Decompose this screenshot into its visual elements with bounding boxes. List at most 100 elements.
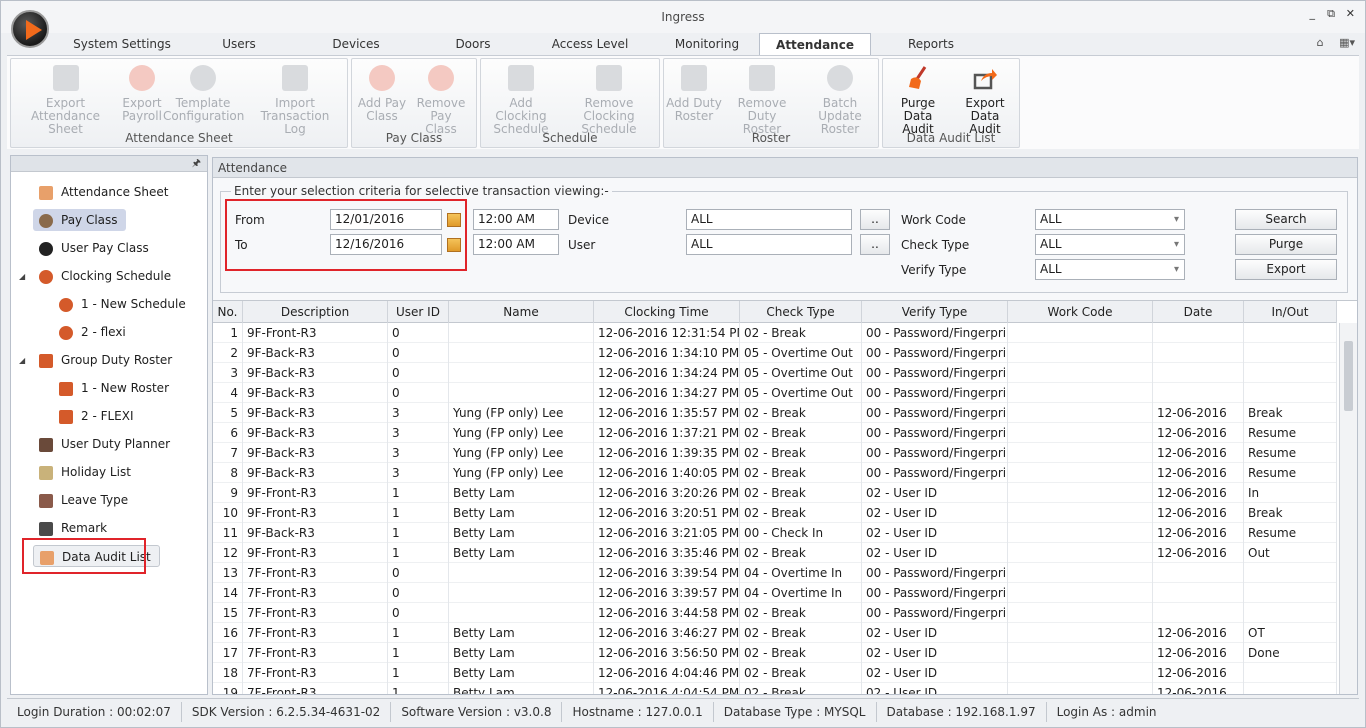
check-type-select[interactable]: ALL xyxy=(1035,234,1185,255)
remove-roster-icon xyxy=(749,65,775,91)
collapse-arrow-icon[interactable]: ◢ xyxy=(19,272,25,281)
table-row[interactable]: 9 9F-Front-R3 1 Betty Lam 12-06-2016 3:20:26… xyxy=(213,483,1337,503)
sidebar-item-user-duty-planner[interactable]: User Duty Planner xyxy=(39,433,170,455)
table-row[interactable]: 1 9F-Front-R3 0 12-06-2016 12:31:54 PM 02 - … xyxy=(213,323,1337,343)
table-row[interactable]: 7 9F-Back-R3 3 Yung (FP only) Lee 12-06-2016… xyxy=(213,443,1337,463)
tab-monitoring[interactable]: Monitoring xyxy=(655,33,759,55)
app-window: Ingress _ ⧉ ✕ System Settings Users Devi… xyxy=(0,0,1366,728)
export-payroll-button[interactable]: Export Payroll xyxy=(117,65,167,123)
tab-attendance[interactable]: Attendance xyxy=(759,33,871,56)
tab-reports[interactable]: Reports xyxy=(871,33,991,55)
export-attendance-sheet-button[interactable]: Export Attendance Sheet xyxy=(13,65,118,136)
close-button[interactable]: ✕ xyxy=(1346,7,1355,20)
table-cell: 0 xyxy=(388,343,449,363)
app-menu-orb-icon[interactable] xyxy=(11,10,49,48)
table-cell xyxy=(1008,623,1153,643)
pin-icon[interactable]: 🖈 xyxy=(192,158,201,169)
sidebar-item-user-pay-class[interactable]: User Pay Class xyxy=(39,237,149,259)
purge-data-audit-button[interactable]: Purge Data Audit xyxy=(885,65,951,136)
device-browse-button[interactable]: .. xyxy=(860,209,890,230)
column-header[interactable]: Work Code xyxy=(1008,301,1153,323)
add-duty-roster-button[interactable]: Add Duty Roster xyxy=(666,65,722,123)
device-label: Device xyxy=(568,213,610,227)
sidebar-item-leave-type[interactable]: Leave Type xyxy=(39,489,128,511)
sidebar-item-new-roster[interactable]: 1 - New Roster xyxy=(59,377,169,399)
table-row[interactable]: 18 7F-Front-R3 1 Betty Lam 12-06-2016 4:04:4… xyxy=(213,663,1337,683)
remove-clocking-schedule-button[interactable]: Remove Clocking Schedule xyxy=(561,65,657,136)
work-code-select[interactable]: ALL xyxy=(1035,209,1185,230)
tab-devices[interactable]: Devices xyxy=(291,33,421,55)
table-row[interactable]: 10 9F-Front-R3 1 Betty Lam 12-06-2016 3:20:5… xyxy=(213,503,1337,523)
device-input[interactable]: ALL xyxy=(686,209,852,230)
column-header[interactable]: In/Out xyxy=(1244,301,1337,323)
add-clocking-schedule-button[interactable]: Add Clocking Schedule xyxy=(483,65,559,136)
batch-update-roster-button[interactable]: Batch Update Roster xyxy=(802,65,878,136)
column-header[interactable]: Check Type xyxy=(740,301,862,323)
column-header[interactable]: Verify Type xyxy=(862,301,1008,323)
sidebar-item-remark[interactable]: Remark xyxy=(39,517,107,539)
sidebar-item-flexi-schedule[interactable]: 2 - flexi xyxy=(59,321,126,343)
export-data-audit-button[interactable]: Export Data Audit xyxy=(951,65,1019,136)
money-bag-icon xyxy=(39,213,53,228)
tab-doors[interactable]: Doors xyxy=(421,33,525,55)
from-time-input[interactable]: 12:00 AM xyxy=(473,209,559,230)
table-row[interactable]: 4 9F-Back-R3 0 12-06-2016 1:34:27 PM 05 - Ov… xyxy=(213,383,1337,403)
clock-icon xyxy=(39,269,53,284)
remove-pay-class-button[interactable]: Remove Pay Class xyxy=(408,65,474,136)
add-pay-class-button[interactable]: Add Pay Class xyxy=(354,65,410,123)
table-row[interactable]: 19 7F-Front-R3 1 Betty Lam 12-06-2016 4:04:5… xyxy=(213,683,1337,694)
table-row[interactable]: 8 9F-Back-R3 3 Yung (FP only) Lee 12-06-2016… xyxy=(213,463,1337,483)
help-icon[interactable]: ⌂ xyxy=(1317,36,1324,49)
template-configuration-button[interactable]: Template Configuration xyxy=(163,65,244,123)
column-header[interactable]: Description xyxy=(243,301,388,323)
tab-access-level[interactable]: Access Level xyxy=(525,33,655,55)
table-row[interactable]: 16 7F-Front-R3 1 Betty Lam 12-06-2016 3:46:2… xyxy=(213,623,1337,643)
column-header[interactable]: User ID xyxy=(388,301,449,323)
table-cell: 02 - Break xyxy=(740,483,862,503)
layout-icon[interactable]: ▦▾ xyxy=(1339,36,1355,49)
to-time-input[interactable]: 12:00 AM xyxy=(473,234,559,255)
table-row[interactable]: 11 9F-Back-R3 1 Betty Lam 12-06-2016 3:21:05… xyxy=(213,523,1337,543)
table-row[interactable]: 2 9F-Back-R3 0 12-06-2016 1:34:10 PM 05 - Ov… xyxy=(213,343,1337,363)
remove-duty-roster-button[interactable]: Remove Duty Roster xyxy=(722,65,802,136)
table-row[interactable]: 3 9F-Back-R3 0 12-06-2016 1:34:24 PM 05 - Ov… xyxy=(213,363,1337,383)
sidebar-item-new-schedule[interactable]: 1 - New Schedule xyxy=(59,293,186,315)
collapse-arrow-icon[interactable]: ◢ xyxy=(19,356,25,365)
table-cell: 17 xyxy=(213,643,243,663)
minimize-button[interactable]: _ xyxy=(1310,7,1316,20)
verify-type-select[interactable]: ALL xyxy=(1035,259,1185,280)
restore-button[interactable]: ⧉ xyxy=(1327,7,1335,21)
import-transaction-log-button[interactable]: Import Transaction Log xyxy=(243,65,347,136)
table-row[interactable]: 6 9F-Back-R3 3 Yung (FP only) Lee 12-06-2016… xyxy=(213,423,1337,443)
table-cell: 02 - User ID xyxy=(862,483,1008,503)
sidebar-item-attendance-sheet[interactable]: Attendance Sheet xyxy=(39,181,168,203)
vertical-scrollbar[interactable] xyxy=(1339,323,1357,694)
user-browse-button[interactable]: .. xyxy=(860,234,890,255)
sidebar-item-flexi-roster[interactable]: 2 - FLEXI xyxy=(59,405,134,427)
table-row[interactable]: 12 9F-Front-R3 1 Betty Lam 12-06-2016 3:35:4… xyxy=(213,543,1337,563)
table-cell: 12-06-2016 1:39:35 PM xyxy=(594,443,740,463)
export-button[interactable]: Export xyxy=(1235,259,1337,280)
sidebar-item-holiday-list[interactable]: Holiday List xyxy=(39,461,131,483)
sidebar-item-group-duty-roster[interactable]: Group Duty Roster xyxy=(39,349,172,371)
table-row[interactable]: 5 9F-Back-R3 3 Yung (FP only) Lee 12-06-2016… xyxy=(213,403,1337,423)
table-row[interactable]: 13 7F-Front-R3 0 12-06-2016 3:39:54 PM 04 - … xyxy=(213,563,1337,583)
table-cell: 00 - Password/Fingerpri... xyxy=(862,603,1008,623)
table-row[interactable]: 14 7F-Front-R3 0 12-06-2016 3:39:57 PM 04 - … xyxy=(213,583,1337,603)
tab-users[interactable]: Users xyxy=(187,33,291,55)
column-header[interactable]: Date xyxy=(1153,301,1244,323)
table-cell: 0 xyxy=(388,583,449,603)
purge-button[interactable]: Purge xyxy=(1235,234,1337,255)
column-header[interactable]: No. xyxy=(213,301,243,323)
column-header[interactable]: Name xyxy=(449,301,594,323)
column-header[interactable]: Clocking Time xyxy=(594,301,740,323)
search-button[interactable]: Search xyxy=(1235,209,1337,230)
sidebar-item-clocking-schedule[interactable]: Clocking Schedule xyxy=(39,265,171,287)
table-row[interactable]: 15 7F-Front-R3 0 12-06-2016 3:44:58 PM 02 - … xyxy=(213,603,1337,623)
sidebar-item-pay-class[interactable]: Pay Class xyxy=(33,209,126,231)
user-input[interactable]: ALL xyxy=(686,234,852,255)
scrollbar-thumb[interactable] xyxy=(1344,341,1353,411)
table-row[interactable]: 17 7F-Front-R3 1 Betty Lam 12-06-2016 3:56:5… xyxy=(213,643,1337,663)
tab-system-settings[interactable]: System Settings xyxy=(57,33,187,55)
table-cell: 1 xyxy=(388,523,449,543)
